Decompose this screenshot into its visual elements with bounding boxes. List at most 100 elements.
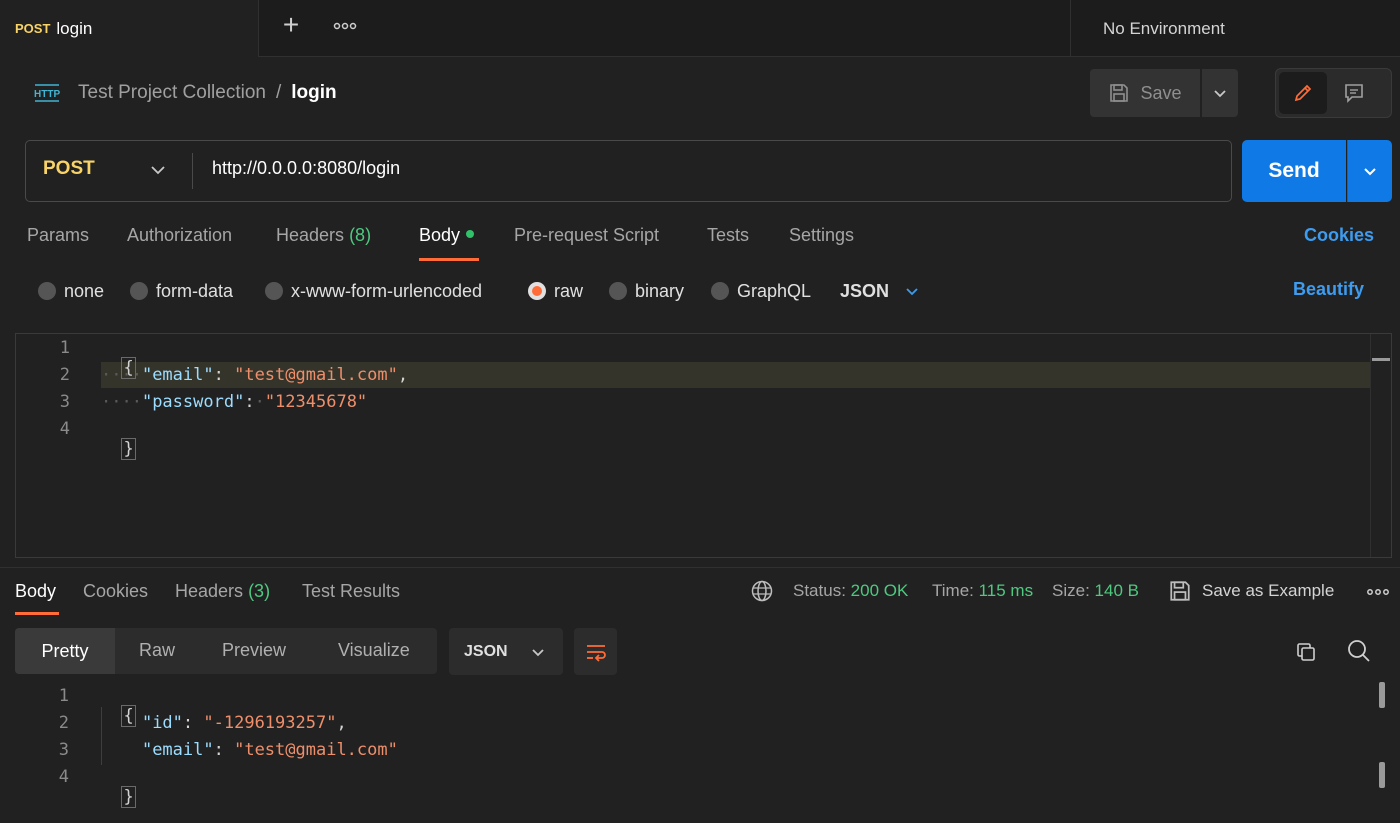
wrap-lines-icon [586, 644, 606, 662]
tab-headers[interactable]: Headers (8) [276, 225, 371, 246]
response-close-brace: } [121, 786, 136, 808]
body-type-raw-label: raw [554, 280, 584, 301]
search-button[interactable] [1344, 636, 1374, 666]
tab-params[interactable]: Params [27, 225, 89, 246]
body-type-none[interactable]: none [38, 278, 104, 304]
response-tab-test-results[interactable]: Test Results [302, 581, 400, 602]
copy-icon [1297, 643, 1315, 661]
response-status[interactable]: Status: 200 OK [793, 581, 908, 601]
tab-tests[interactable]: Tests [707, 225, 749, 246]
line-number: 1 [58, 686, 69, 706]
response-more-button[interactable] [1366, 584, 1390, 605]
svg-text:HTTP: HTTP [34, 89, 60, 100]
code-line: ····"password":·"12345678" [101, 392, 368, 412]
response-divider[interactable] [0, 567, 1400, 568]
beautify-button[interactable]: Beautify [1293, 279, 1364, 300]
tab-prerequest-script[interactable]: Pre-request Script [514, 225, 659, 246]
close-brace: } [121, 438, 136, 460]
tab-authorization[interactable]: Authorization [127, 225, 232, 246]
status-label: Status: [793, 581, 846, 600]
response-language-selector[interactable]: JSON [449, 628, 563, 675]
send-dropdown-button[interactable] [1347, 140, 1392, 202]
response-tab-body[interactable]: Body [15, 581, 56, 602]
new-tab-button[interactable]: + [276, 10, 306, 42]
breadcrumb: Test Project Collection / login [78, 80, 337, 106]
save-as-example-button[interactable]: Save as Example [1168, 579, 1334, 603]
response-language-label: JSON [464, 642, 508, 660]
tab-settings[interactable]: Settings [789, 225, 854, 246]
response-key-email: "email" [141, 740, 214, 760]
cookies-link[interactable]: Cookies [1304, 225, 1374, 246]
tab-body[interactable]: Body [419, 225, 475, 246]
response-code-line: "id": "-1296193257", [141, 713, 347, 733]
more-horizontal-icon [1367, 589, 1389, 595]
response-value-email: "test@gmail.com" [234, 740, 398, 760]
tab-login[interactable]: POST login [0, 0, 259, 57]
format-visualize-button[interactable]: Visualize [338, 640, 410, 661]
comments-button[interactable] [1330, 72, 1378, 114]
format-raw-button[interactable]: Raw [139, 640, 175, 661]
tab-more-button[interactable] [330, 10, 360, 42]
response-scroll-thumb[interactable] [1379, 762, 1385, 788]
response-time[interactable]: Time: 115 ms [932, 581, 1033, 601]
tab-body-label: Body [419, 225, 461, 245]
body-type-graphql[interactable]: GraphQL [711, 278, 811, 304]
save-icon [1170, 581, 1190, 601]
breadcrumb-collection[interactable]: Test Project Collection [78, 82, 266, 104]
breadcrumb-request[interactable]: login [291, 82, 336, 104]
body-language-label: JSON [840, 280, 890, 301]
line-number: 4 [58, 767, 69, 787]
response-headers-count: (3) [248, 581, 271, 601]
edit-mode-button[interactable] [1279, 72, 1327, 114]
url-input[interactable] [212, 158, 1212, 179]
method-selector[interactable]: POST [43, 158, 95, 180]
body-type-form-data[interactable]: form-data [130, 278, 233, 304]
save-dropdown-button[interactable] [1202, 69, 1238, 117]
response-scroll-thumb[interactable] [1379, 682, 1385, 708]
headers-count: (8) [349, 225, 372, 245]
tab-name-label: login [56, 18, 93, 38]
line-number: 3 [59, 392, 70, 412]
url-divider [192, 153, 193, 189]
body-type-graphql-label: GraphQL [737, 280, 812, 301]
time-label: Time: [932, 581, 974, 600]
method-chevron-down-icon[interactable] [148, 160, 168, 180]
json-key-password: "password" [141, 392, 245, 412]
editor-scroll-thumb[interactable] [1372, 358, 1390, 361]
save-button[interactable]: Save [1090, 69, 1200, 117]
more-horizontal-icon [333, 22, 357, 30]
copy-button[interactable] [1291, 637, 1321, 667]
radio-icon [130, 282, 148, 300]
body-language-selector[interactable]: JSON [840, 278, 921, 304]
tab-headers-label: Headers [276, 225, 345, 245]
line-number: 4 [59, 419, 70, 439]
json-value-email: "test@gmail.com" [234, 365, 398, 385]
body-type-urlencoded[interactable]: x-www-form-urlencoded [265, 278, 482, 304]
globe-icon[interactable] [750, 579, 774, 608]
line-number: 2 [59, 365, 70, 385]
save-icon [1110, 84, 1129, 102]
response-tab-cookies[interactable]: Cookies [83, 581, 148, 602]
chevron-down-icon [1364, 168, 1376, 176]
response-code-line: } [101, 767, 136, 808]
json-key-email: "email" [141, 365, 214, 385]
response-tab-headers[interactable]: Headers (3) [175, 581, 270, 602]
body-type-binary[interactable]: binary [609, 278, 684, 304]
body-type-raw[interactable]: raw [528, 278, 583, 304]
time-value: 115 ms [978, 581, 1034, 600]
wrap-lines-button[interactable] [574, 628, 617, 675]
editor-scrollbar[interactable] [1370, 334, 1391, 557]
json-value-password: "12345678" [264, 392, 368, 412]
save-button-label: Save [1140, 82, 1182, 103]
response-size[interactable]: Size: 140 B [1052, 581, 1139, 601]
line-number: 2 [58, 713, 69, 733]
environment-selector[interactable]: No Environment [1070, 0, 1400, 57]
format-preview-button[interactable]: Preview [222, 640, 286, 661]
code-line: ····"email": "test@gmail.com", [101, 365, 409, 385]
format-pretty-button[interactable]: Pretty [15, 628, 115, 674]
response-active-underline [15, 612, 59, 615]
chevron-down-icon [1214, 90, 1226, 98]
body-type-none-label: none [64, 280, 105, 301]
body-type-form-data-label: form-data [156, 280, 234, 301]
send-button[interactable]: Send [1242, 140, 1346, 202]
